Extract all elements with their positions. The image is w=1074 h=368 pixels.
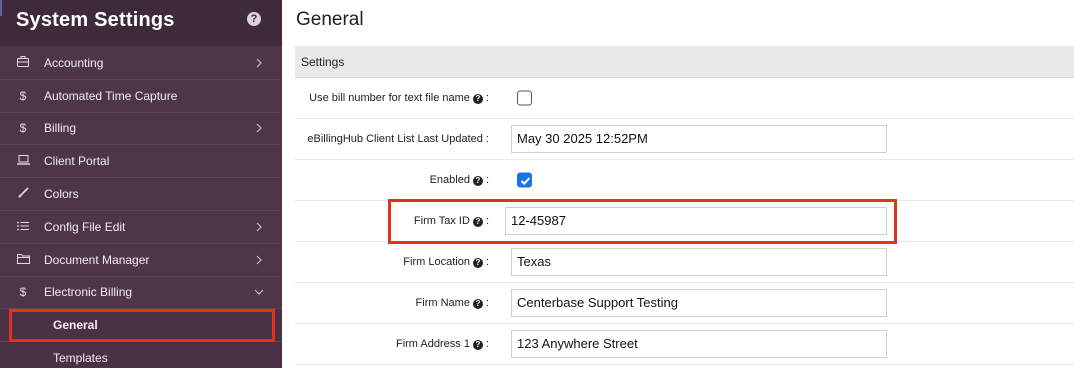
sidebar: System Settings ? Accounting $ Automated… [0,0,282,368]
sidebar-item-label: Billing [44,121,77,136]
sidebar-item-label: Accounting [44,55,104,70]
question-circle-icon[interactable]: ? [247,12,261,26]
use-bill-number-checkbox[interactable] [517,90,532,106]
field-label: eBillingHub Client List Last Updated : [307,133,489,145]
sidebar-title: System Settings [16,9,175,31]
form-row-firm-name: Firm Name?: Centerbase Support Testing [295,283,1074,324]
question-circle-icon[interactable]: ? [472,258,483,268]
sidebar-item-accounting[interactable]: Accounting [0,47,282,80]
dollar-icon: $ [19,121,27,136]
sidebar-header: System Settings ? [0,0,282,46]
field-label: Firm Tax ID?: [413,215,489,227]
question-circle-icon[interactable]: ? [472,176,483,186]
section-label: Settings [301,55,345,69]
field-label: Enabled?: [429,174,489,186]
paintbrush-icon [16,187,30,201]
dollar-icon: $ [19,88,27,103]
firm-location-field[interactable]: Texas [511,248,887,276]
field-label: Firm Location?: [403,256,489,268]
sidebar-item-label: Config File Edit [44,219,126,234]
main-content: General Settings Use bill number for tex… [282,0,1074,368]
question-circle-icon[interactable]: ? [472,94,483,104]
form-row-firm-location: Firm Location?: Texas [295,242,1074,283]
dollar-icon: $ [19,285,27,300]
sidebar-nav: Accounting $ Automated Time Capture $ Bi… [0,47,282,368]
sidebar-item-client-portal[interactable]: Client Portal [0,145,282,179]
question-circle-icon[interactable]: ? [472,299,483,309]
sidebar-item-automated-time-capture[interactable]: $ Automated Time Capture [0,80,282,113]
settings-section-header: Settings [295,46,1074,78]
chevron-right-icon [256,124,262,133]
sidebar-subitem-general[interactable]: General [0,309,282,343]
sidebar-subitem-templates[interactable]: Templates [0,342,282,368]
question-circle-icon[interactable]: ? [472,340,483,350]
sidebar-item-document-manager[interactable]: Document Manager [0,244,282,277]
form-row-firm-address-1: Firm Address 1?: 123 Anywhere Street [295,324,1074,365]
sidebar-item-label: Colors [44,187,79,202]
sidebar-item-config-file-edit[interactable]: Config File Edit [0,211,282,244]
sidebar-item-billing[interactable]: $ Billing [0,113,282,146]
folder-icon [16,253,30,267]
form-row-ebillinghub-last-updated: eBillingHub Client List Last Updated : M… [295,119,1074,160]
field-label: Firm Address 1?: [395,338,489,350]
sidebar-item-label: Automated Time Capture [44,88,178,103]
field-label: Use bill number for text file name?: [309,92,489,104]
sidebar-subitem-label: General [53,318,98,333]
form-row-use-bill-number: Use bill number for text file name?: [295,78,1074,119]
field-label: Firm Name?: [415,297,489,309]
question-circle-icon[interactable]: ? [472,217,483,227]
sidebar-item-colors[interactable]: Colors [0,178,282,211]
checkmark-icon [520,177,531,186]
sidebar-item-label: Document Manager [44,252,150,267]
form-row-enabled: Enabled?: [295,160,1074,201]
firm-tax-id-field[interactable]: 12-45987 [505,207,887,235]
firm-name-field[interactable]: Centerbase Support Testing [511,289,887,317]
briefcase-icon [16,55,30,70]
ebillinghub-last-updated-field[interactable]: May 30 2025 12:52PM [511,125,887,153]
laptop-icon [16,154,30,168]
sidebar-subitem-label: Templates [53,351,108,366]
sidebar-item-electronic-billing[interactable]: $ Electronic Billing [0,277,282,310]
chevron-right-icon [256,255,262,265]
left-accent-bar [0,0,2,16]
chevron-right-icon [256,58,262,68]
sidebar-item-label: Client Portal [44,154,110,169]
firm-address-1-field[interactable]: 123 Anywhere Street [511,330,887,358]
form-row-firm-tax-id: Firm Tax ID?: 12-45987 [295,201,1074,242]
sidebar-item-label: Electronic Billing [44,285,133,300]
list-icon [16,220,30,234]
chevron-right-icon [256,222,262,232]
page-title: General [296,9,364,30]
chevron-down-icon [254,290,264,296]
enabled-checkbox[interactable] [517,172,532,188]
